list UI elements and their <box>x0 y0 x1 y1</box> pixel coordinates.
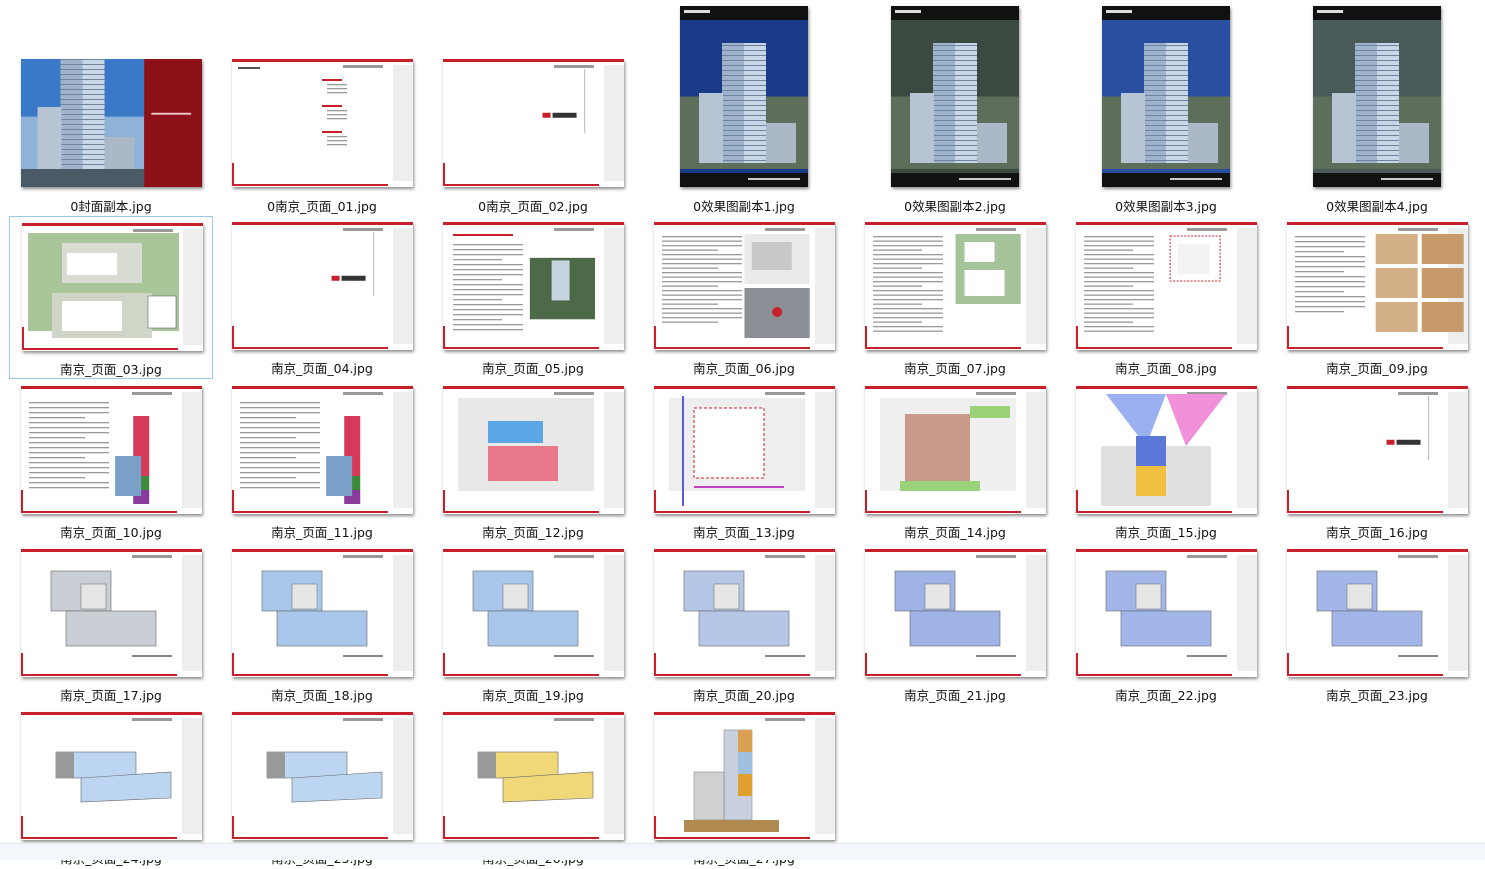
file-tile[interactable]: 南京_页面_13.jpg <box>642 380 846 543</box>
file-thumbnail[interactable] <box>1286 222 1468 350</box>
file-name-label[interactable]: 0封面副本.jpg <box>9 196 213 215</box>
file-thumbnail[interactable] <box>442 59 624 187</box>
file-tile[interactable]: 南京_页面_22.jpg <box>1064 543 1268 706</box>
file-name-label[interactable]: 南京_页面_20.jpg <box>642 685 846 704</box>
file-thumbnail[interactable] <box>864 549 1046 677</box>
file-name-label[interactable]: 0效果图副本4.jpg <box>1275 196 1479 215</box>
file-thumbnail[interactable] <box>442 549 624 677</box>
file-tile[interactable]: 0效果图副本4.jpg <box>1275 0 1479 214</box>
file-thumbnail[interactable] <box>653 222 835 350</box>
file-thumbnail[interactable] <box>231 222 413 350</box>
file-tile[interactable]: 南京_页面_06.jpg <box>642 216 846 379</box>
file-thumbnail[interactable] <box>442 712 624 840</box>
file-tile[interactable]: 南京_页面_18.jpg <box>220 543 424 706</box>
file-tile[interactable]: 南京_页面_20.jpg <box>642 543 846 706</box>
file-thumbnail[interactable] <box>442 386 624 514</box>
file-thumbnail[interactable] <box>1075 549 1257 677</box>
file-tile[interactable]: 南京_页面_12.jpg <box>431 380 635 543</box>
file-name-label[interactable]: 南京_页面_03.jpg <box>10 359 212 378</box>
file-thumbnail[interactable] <box>231 59 413 187</box>
file-thumbnail[interactable] <box>864 386 1046 514</box>
file-tile[interactable]: 0封面副本.jpg <box>9 0 213 214</box>
file-name-label[interactable]: 南京_页面_04.jpg <box>220 358 424 377</box>
file-thumbnail[interactable] <box>864 222 1046 350</box>
file-thumbnail[interactable] <box>1313 6 1441 187</box>
file-thumbnail[interactable] <box>20 386 202 514</box>
file-tile[interactable]: 南京_页面_15.jpg <box>1064 380 1268 543</box>
file-thumbnail[interactable] <box>1286 549 1468 677</box>
file-name-label[interactable]: 南京_页面_21.jpg <box>853 685 1057 704</box>
file-name-label[interactable]: 南京_页面_15.jpg <box>1064 522 1268 541</box>
file-tile[interactable]: 南京_页面_14.jpg <box>853 380 1057 543</box>
file-name-label[interactable]: 南京_页面_13.jpg <box>642 522 846 541</box>
file-thumbnail[interactable] <box>653 549 835 677</box>
file-name-label[interactable]: 0效果图副本2.jpg <box>853 196 1057 215</box>
file-tile[interactable]: 0效果图副本2.jpg <box>853 0 1057 214</box>
file-thumbnail[interactable] <box>1286 386 1468 514</box>
thumbnail-grid: 0封面副本.jpg 0南京_页面_01.jpg 0南京_页面_02.jpg 0效… <box>0 0 1485 866</box>
file-name-label[interactable]: 南京_页面_18.jpg <box>220 685 424 704</box>
file-name-label[interactable]: 0南京_页面_01.jpg <box>220 196 424 215</box>
file-thumbnail[interactable] <box>20 712 202 840</box>
file-tile[interactable]: 南京_页面_21.jpg <box>853 543 1057 706</box>
file-thumbnail[interactable] <box>442 222 624 350</box>
file-thumbnail[interactable] <box>1075 386 1257 514</box>
file-name-label[interactable]: 南京_页面_17.jpg <box>9 685 213 704</box>
file-tile[interactable]: 南京_页面_16.jpg <box>1275 380 1479 543</box>
file-name-label[interactable]: 南京_页面_09.jpg <box>1275 358 1479 377</box>
file-name-label[interactable]: 南京_页面_22.jpg <box>1064 685 1268 704</box>
file-thumbnail[interactable] <box>20 549 202 677</box>
file-thumbnail[interactable] <box>20 59 202 187</box>
file-tile[interactable]: 0南京_页面_01.jpg <box>220 0 424 214</box>
file-thumbnail[interactable] <box>1075 222 1257 350</box>
file-name-label[interactable]: 南京_页面_05.jpg <box>431 358 635 377</box>
file-name-label[interactable]: 0效果图副本1.jpg <box>642 196 846 215</box>
status-strip <box>0 843 1485 860</box>
file-name-label[interactable]: 南京_页面_11.jpg <box>220 522 424 541</box>
file-tile[interactable]: 南京_页面_03.jpg <box>9 216 213 379</box>
file-tile[interactable]: 南京_页面_11.jpg <box>220 380 424 543</box>
file-tile[interactable]: 0效果图副本3.jpg <box>1064 0 1268 214</box>
file-tile[interactable]: 南京_页面_17.jpg <box>9 543 213 706</box>
file-tile[interactable]: 南京_页面_04.jpg <box>220 216 424 379</box>
file-thumbnail[interactable] <box>1102 6 1230 187</box>
file-name-label[interactable]: 南京_页面_14.jpg <box>853 522 1057 541</box>
file-thumbnail[interactable] <box>891 6 1019 187</box>
file-name-label[interactable]: 南京_页面_19.jpg <box>431 685 635 704</box>
file-tile[interactable]: 0南京_页面_02.jpg <box>431 0 635 214</box>
file-name-label[interactable]: 南京_页面_12.jpg <box>431 522 635 541</box>
file-tile[interactable]: 南京_页面_05.jpg <box>431 216 635 379</box>
file-thumbnail[interactable] <box>231 549 413 677</box>
file-thumbnail[interactable] <box>653 712 835 840</box>
file-thumbnail[interactable] <box>653 386 835 514</box>
file-tile[interactable]: 南京_页面_09.jpg <box>1275 216 1479 379</box>
file-name-label[interactable]: 南京_页面_06.jpg <box>642 358 846 377</box>
file-thumbnail[interactable] <box>231 386 413 514</box>
file-name-label[interactable]: 0效果图副本3.jpg <box>1064 196 1268 215</box>
file-name-label[interactable]: 南京_页面_16.jpg <box>1275 522 1479 541</box>
file-name-label[interactable]: 南京_页面_23.jpg <box>1275 685 1479 704</box>
file-tile[interactable]: 南京_页面_19.jpg <box>431 543 635 706</box>
file-tile[interactable]: 南京_页面_08.jpg <box>1064 216 1268 379</box>
file-tile[interactable]: 南京_页面_07.jpg <box>853 216 1057 379</box>
file-thumbnail[interactable] <box>680 6 808 187</box>
file-thumbnail[interactable] <box>231 712 413 840</box>
file-name-label[interactable]: 南京_页面_10.jpg <box>9 522 213 541</box>
file-tile[interactable]: 0效果图副本1.jpg <box>642 0 846 214</box>
file-name-label[interactable]: 0南京_页面_02.jpg <box>431 196 635 215</box>
file-tile[interactable]: 南京_页面_10.jpg <box>9 380 213 543</box>
file-name-label[interactable]: 南京_页面_07.jpg <box>853 358 1057 377</box>
file-name-label[interactable]: 南京_页面_08.jpg <box>1064 358 1268 377</box>
file-thumbnail[interactable] <box>21 223 203 351</box>
file-tile[interactable]: 南京_页面_23.jpg <box>1275 543 1479 706</box>
